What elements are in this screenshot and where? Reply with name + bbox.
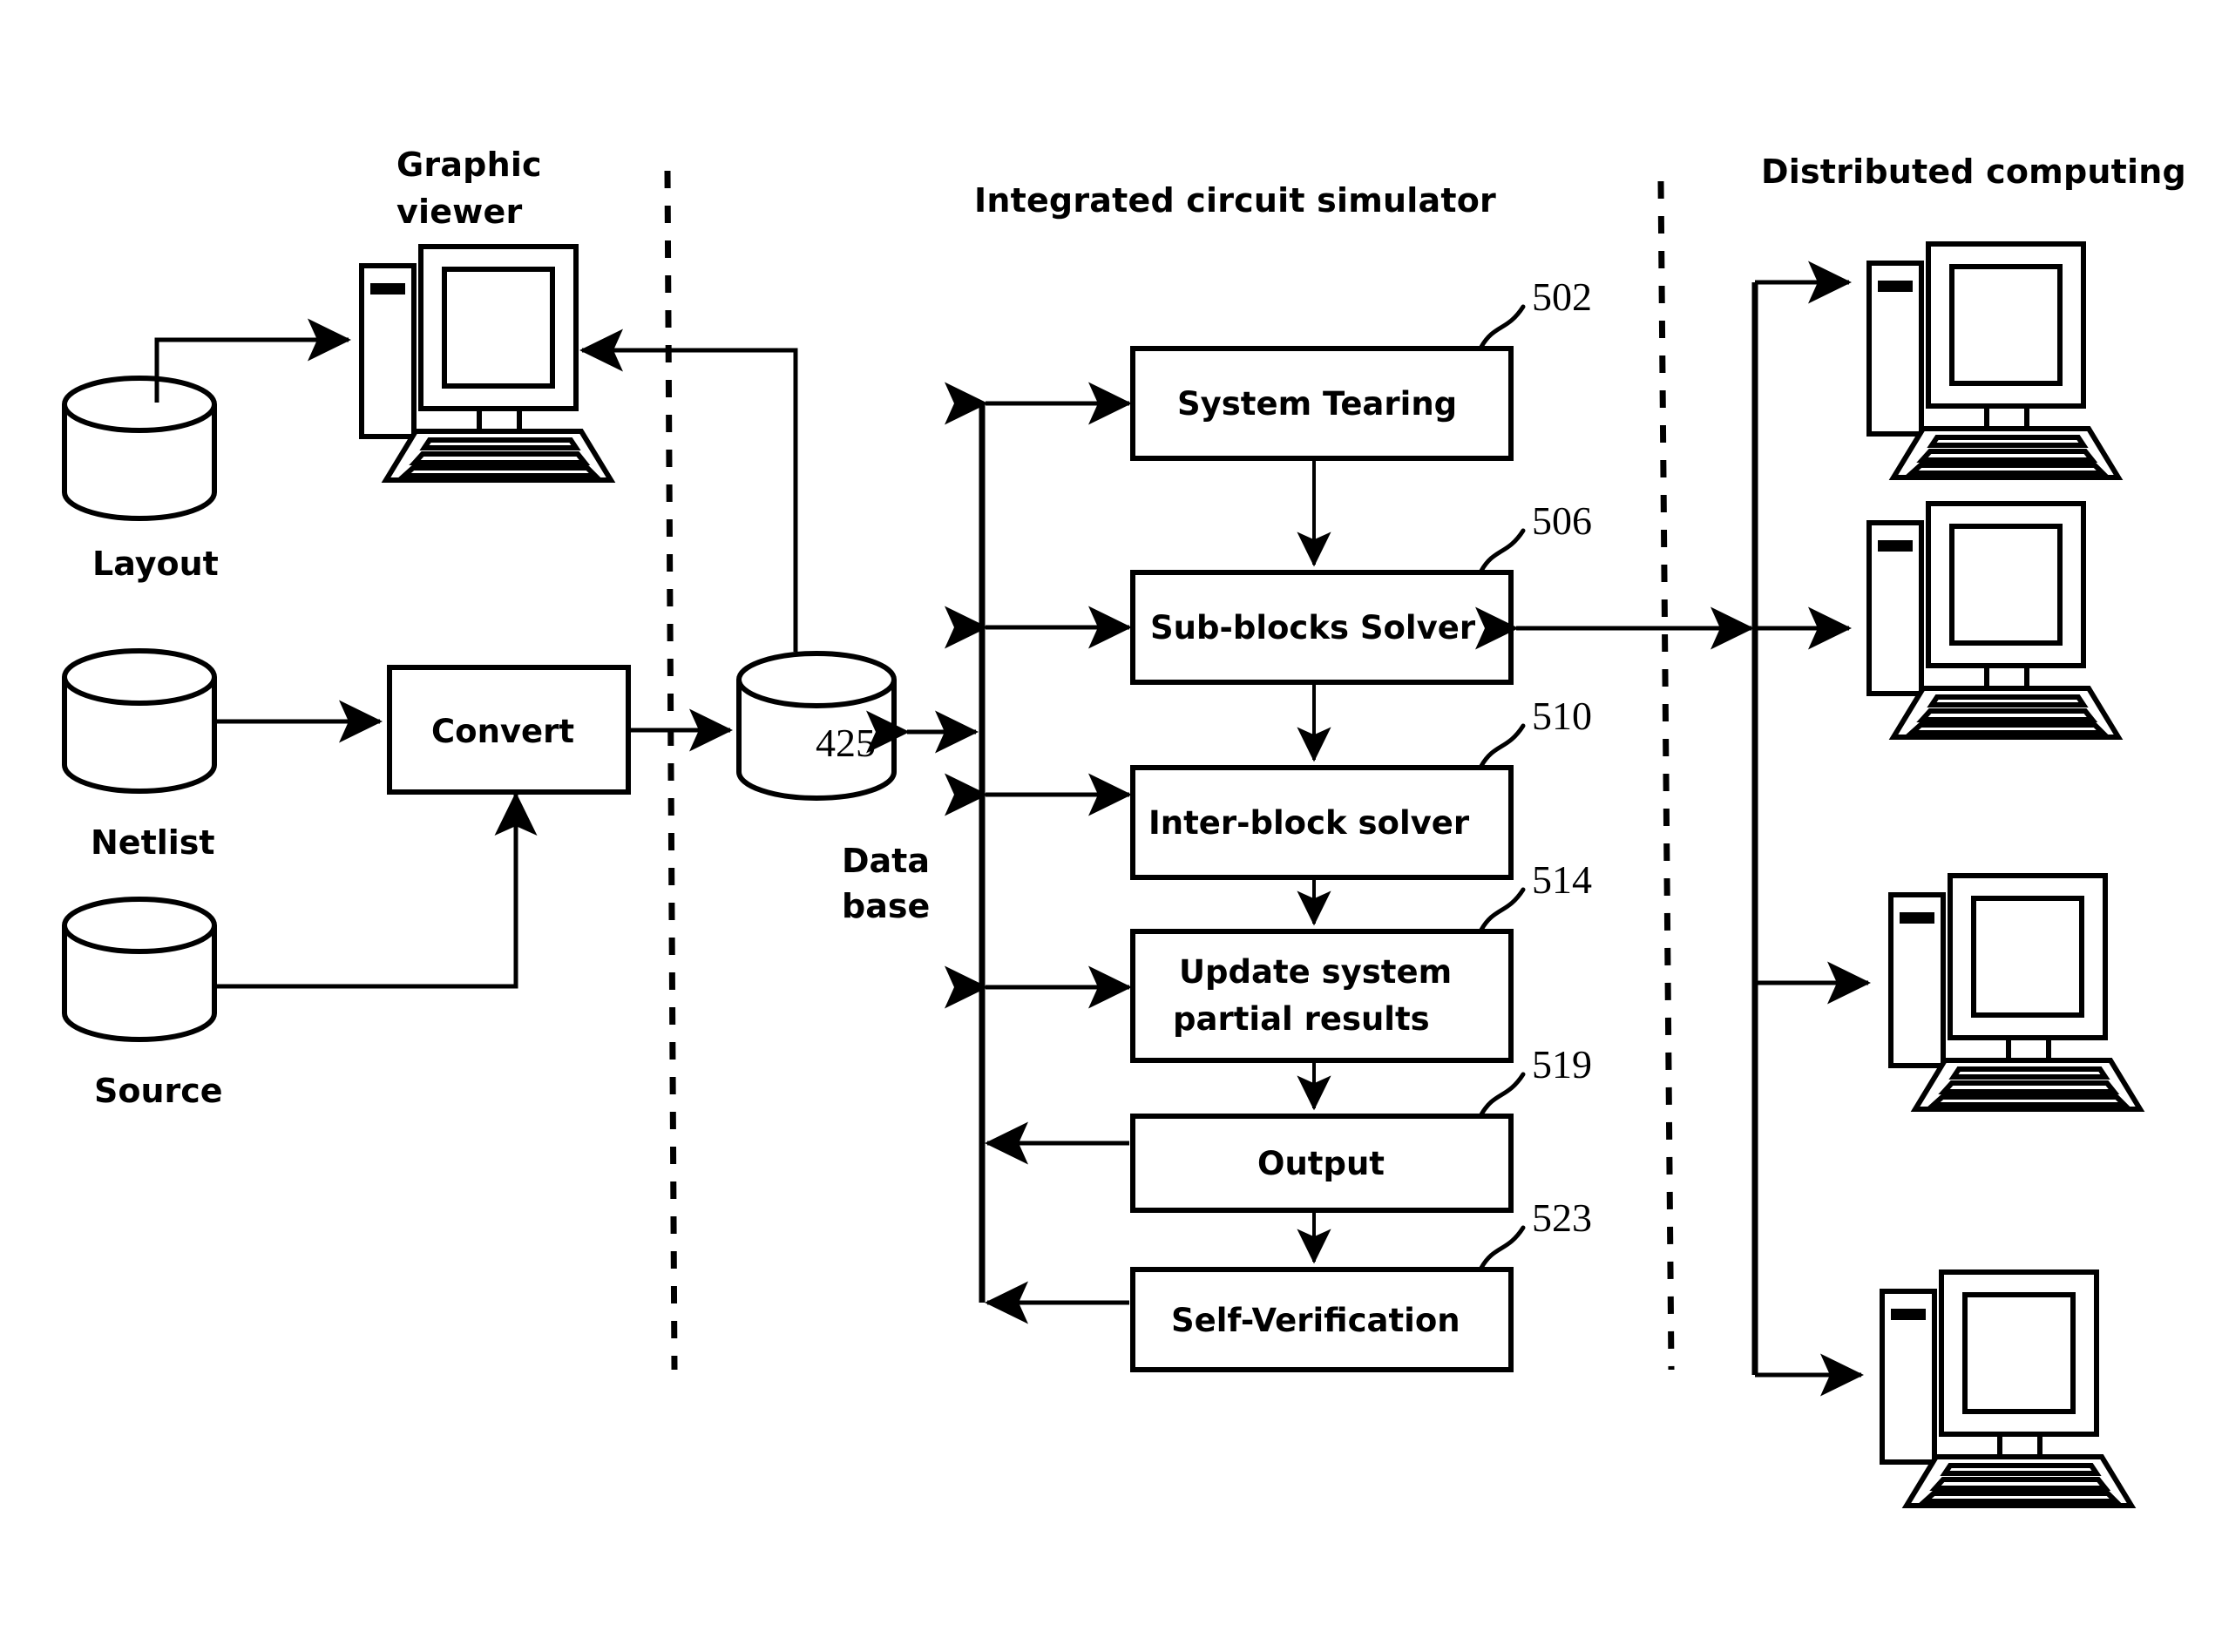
- database-label-line2: base: [842, 887, 930, 925]
- input-layout: [62, 376, 217, 521]
- ref-number-519: 519: [1532, 1042, 1592, 1087]
- graphic-viewer-node: [362, 247, 611, 480]
- lead-line-510: [1479, 723, 1526, 768]
- process-box-sub-blocks-solver-label: Sub-blocks Solver: [1150, 609, 1476, 647]
- process-box-update-system-label2: partial results: [1173, 1000, 1430, 1038]
- desktop-computer-icon: [1882, 1272, 2131, 1506]
- ref-number-506: 506: [1532, 498, 1592, 543]
- input-layout-label: Layout: [92, 545, 219, 583]
- desktop-computer-icon: [1891, 876, 2140, 1109]
- process-box-inter-block-solver-label: Inter-block solver: [1148, 804, 1470, 842]
- lead-line-506: [1479, 528, 1526, 573]
- convert-box-label: Convert: [431, 713, 574, 750]
- input-source: [62, 897, 217, 1042]
- ref-number-514: 514: [1532, 857, 1592, 902]
- arrow-source-to-convert: [216, 791, 538, 989]
- process-box-output-label: Output: [1257, 1145, 1385, 1182]
- lead-line-523: [1479, 1225, 1526, 1270]
- distributed-node-3: [1891, 876, 2140, 1109]
- distributed-computing-title: Distributed computing: [1761, 152, 2186, 191]
- lead-line-514: [1479, 887, 1526, 932]
- desktop-computer-icon: [1869, 504, 2118, 737]
- arrow-database-to-viewer: [579, 328, 798, 652]
- lead-line-502: [1479, 304, 1526, 349]
- desktop-computer-icon: [1869, 244, 2118, 477]
- distributed-node-2: [1869, 504, 2118, 737]
- simulator-title: Integrated circuit simulator: [974, 181, 1496, 220]
- process-box-update-system-label: Update system: [1179, 953, 1452, 991]
- distributed-node-4: [1882, 1272, 2131, 1506]
- process-box-update-system: [1130, 929, 1514, 1063]
- graphic-viewer-title-line2: viewer: [396, 193, 522, 231]
- desktop-computer-icon: [362, 247, 611, 480]
- ref-number-510: 510: [1532, 694, 1592, 738]
- distributed-node-1: [1869, 244, 2118, 477]
- input-netlist: [62, 648, 217, 794]
- input-netlist-label: Netlist: [91, 823, 215, 862]
- ref-number-523: 523: [1532, 1195, 1592, 1240]
- figure-canvas: Graphic viewer Integrated circuit simula…: [0, 0, 2222, 1652]
- input-source-label: Source: [94, 1072, 223, 1110]
- database-ref-number: 425: [816, 721, 876, 765]
- ref-number-502: 502: [1532, 274, 1592, 319]
- graphic-viewer-title-line1: Graphic: [396, 146, 542, 184]
- divider-right: [1657, 180, 1675, 1371]
- block-diagram: Graphic viewer Integrated circuit simula…: [62, 146, 2186, 1652]
- process-box-self-verification-label: Self-Verification: [1171, 1302, 1460, 1339]
- database-label-line1: Data: [842, 842, 930, 880]
- lead-line-519: [1479, 1072, 1526, 1117]
- process-box-system-tearing-label: System Tearing: [1177, 385, 1457, 423]
